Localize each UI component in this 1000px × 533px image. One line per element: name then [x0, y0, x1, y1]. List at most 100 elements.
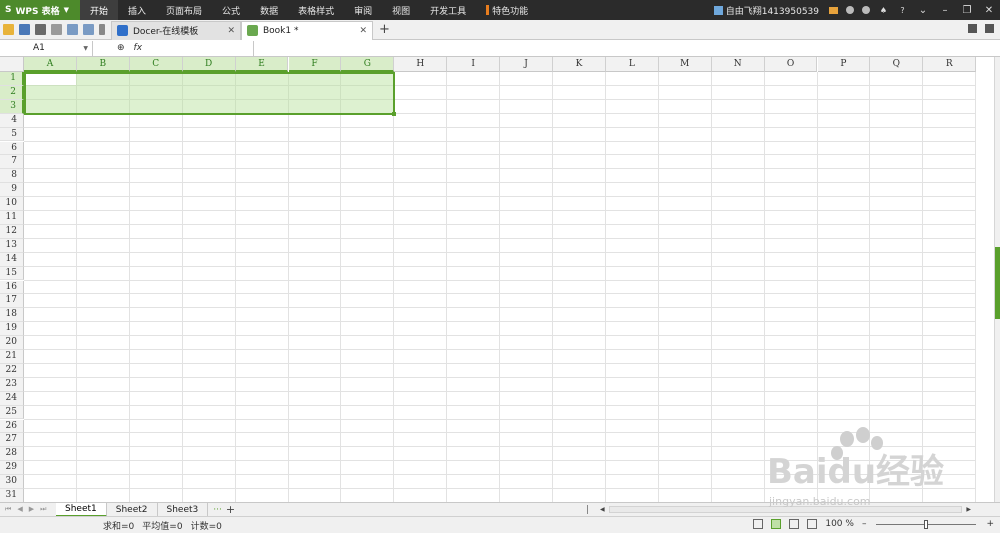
sheet-tab[interactable]: Sheet1: [56, 502, 107, 517]
help-icon[interactable]: ?: [897, 5, 908, 16]
reading-view-icon[interactable]: [753, 519, 764, 529]
first-sheet-icon[interactable]: ⏮: [5, 505, 11, 514]
minimize-icon[interactable]: –: [934, 0, 956, 20]
open-icon[interactable]: [3, 24, 14, 35]
print-preview-icon[interactable]: [51, 24, 62, 35]
column-header[interactable]: M: [658, 57, 712, 72]
row-header[interactable]: 1: [0, 72, 24, 86]
redo-icon[interactable]: [83, 24, 94, 35]
menu-item[interactable]: 开发工具: [420, 0, 476, 20]
next-sheet-icon[interactable]: ▶: [29, 505, 34, 514]
add-sheet-icon[interactable]: +: [226, 503, 235, 516]
fill-handle[interactable]: [392, 111, 397, 116]
zoom-in-icon[interactable]: +: [986, 519, 994, 529]
fx-icon[interactable]: fx: [134, 43, 143, 53]
row-header[interactable]: 29: [0, 461, 24, 476]
row-header[interactable]: 26: [0, 419, 24, 434]
row-header[interactable]: 9: [0, 183, 24, 198]
row-header[interactable]: 8: [0, 169, 24, 184]
row-header[interactable]: 4: [0, 113, 24, 128]
close-tab-icon[interactable]: ✕: [359, 26, 367, 36]
row-header[interactable]: 28: [0, 447, 24, 462]
column-header[interactable]: A: [24, 57, 77, 72]
side-panel-toggle[interactable]: [995, 247, 1000, 319]
menu-item[interactable]: 插入: [118, 0, 156, 20]
column-header[interactable]: N: [711, 57, 765, 72]
row-header[interactable]: 17: [0, 294, 24, 309]
active-cell[interactable]: [26, 74, 76, 85]
zoom-level[interactable]: 100 %: [825, 519, 854, 529]
menu-item[interactable]: 审阅: [344, 0, 382, 20]
more-sheets-icon[interactable]: ···: [213, 505, 222, 515]
row-header[interactable]: 2: [0, 85, 24, 100]
vertical-scrollbar[interactable]: [994, 57, 1000, 502]
save-icon[interactable]: [19, 24, 30, 35]
sync-icon[interactable]: [862, 6, 870, 14]
column-header[interactable]: I: [447, 57, 501, 72]
column-header[interactable]: R: [923, 57, 977, 72]
normal-view-icon[interactable]: [771, 519, 782, 529]
row-header[interactable]: 14: [0, 252, 24, 267]
menu-item[interactable]: 视图: [382, 0, 420, 20]
row-header[interactable]: 21: [0, 350, 24, 364]
zoom-formula-icon[interactable]: ⊕: [117, 43, 125, 53]
scroll-split-handle[interactable]: [587, 505, 588, 514]
row-header[interactable]: 11: [0, 211, 24, 225]
settings-icon[interactable]: [846, 6, 854, 14]
row-header[interactable]: 31: [0, 489, 24, 502]
sheet-tab[interactable]: Sheet3: [158, 502, 209, 517]
skin-icon[interactable]: ♠: [878, 5, 889, 16]
row-header[interactable]: 3: [0, 99, 24, 114]
column-header[interactable]: D: [182, 57, 236, 72]
row-header[interactable]: 7: [0, 155, 24, 170]
row-header[interactable]: 20: [0, 336, 24, 350]
column-header[interactable]: H: [394, 57, 448, 72]
column-header[interactable]: Q: [870, 57, 924, 72]
row-header[interactable]: 22: [0, 363, 24, 378]
row-header[interactable]: 30: [0, 475, 24, 489]
column-header[interactable]: L: [605, 57, 659, 72]
last-sheet-icon[interactable]: ⏭: [40, 505, 46, 514]
row-header[interactable]: 16: [0, 280, 24, 295]
wps-app-menu[interactable]: S WPS 表格 ▼: [0, 0, 80, 20]
column-header[interactable]: O: [764, 57, 818, 72]
user-account[interactable]: 自由飞翔1413950539: [713, 4, 819, 17]
menu-item[interactable]: 页面布局: [156, 0, 212, 20]
column-header[interactable]: G: [341, 57, 395, 72]
tab-docer[interactable]: Docer-在线模板 ✕: [111, 20, 241, 40]
new-tab-icon[interactable]: +: [379, 22, 390, 37]
row-header[interactable]: 10: [0, 197, 24, 211]
close-tab-icon[interactable]: ✕: [227, 26, 235, 36]
column-header[interactable]: J: [500, 57, 553, 72]
tab-menu-icon[interactable]: [985, 24, 994, 33]
prev-sheet-icon[interactable]: ◀: [17, 505, 22, 514]
row-header[interactable]: 25: [0, 405, 24, 420]
fullscreen-icon[interactable]: [807, 519, 818, 529]
row-header[interactable]: 12: [0, 224, 24, 239]
row-header[interactable]: 15: [0, 266, 24, 281]
column-header[interactable]: K: [553, 57, 606, 72]
quick-access-menu-icon[interactable]: [99, 24, 105, 35]
row-header[interactable]: 23: [0, 377, 24, 392]
window-list-icon[interactable]: [968, 24, 977, 33]
zoom-slider-knob[interactable]: [924, 519, 929, 529]
row-header[interactable]: 19: [0, 322, 24, 337]
undo-icon[interactable]: [67, 24, 78, 35]
row-header[interactable]: 18: [0, 308, 24, 323]
column-header[interactable]: C: [129, 57, 183, 72]
select-all-corner[interactable]: [0, 57, 24, 72]
ribbon-collapse-icon[interactable]: ⌄: [912, 0, 934, 20]
restore-icon[interactable]: ❐: [956, 0, 978, 20]
tab-book1[interactable]: Book1 * ✕: [241, 20, 373, 40]
mail-icon[interactable]: [829, 6, 838, 14]
menu-item[interactable]: 开始: [80, 0, 119, 20]
column-header[interactable]: E: [235, 57, 289, 72]
menu-item[interactable]: 公式: [212, 0, 250, 20]
menu-item[interactable]: 特色功能: [476, 0, 538, 20]
formula-input[interactable]: [253, 40, 1000, 56]
menu-item[interactable]: 数据: [250, 0, 288, 20]
spreadsheet-grid[interactable]: A B C D E F G H I J K L M N O P Q R 1 2 3 4 5 6 7 8 9 10 11 12 13 14 15 1…: [0, 57, 994, 502]
close-icon[interactable]: ✕: [978, 0, 1000, 20]
row-header[interactable]: 13: [0, 238, 24, 253]
page-break-view-icon[interactable]: [789, 519, 800, 529]
